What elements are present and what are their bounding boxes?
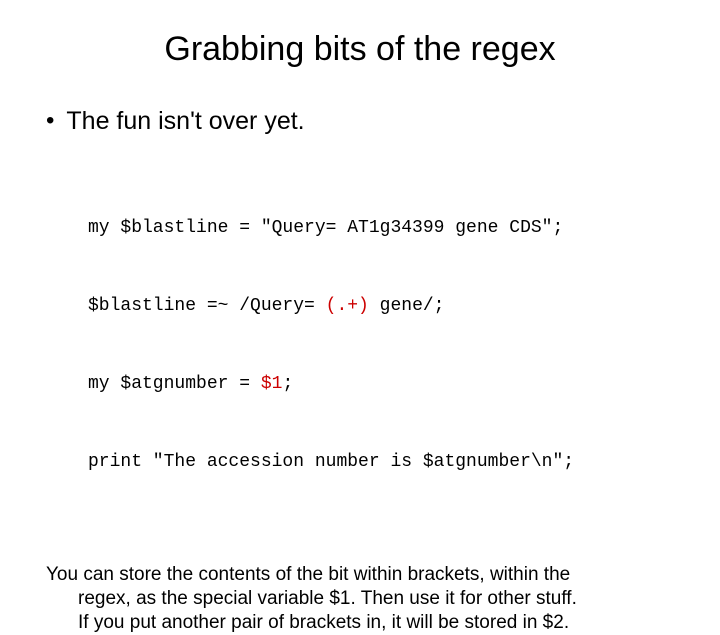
code-text: $blastline =~ /Query= — [88, 296, 326, 316]
bullet-dot-icon: • — [46, 107, 54, 135]
slide: Grabbing bits of the regex • The fun isn… — [0, 0, 720, 540]
code-block: my $blastline = "Query= AT1g34399 gene C… — [88, 163, 680, 527]
regex-capture-group: (.+) — [326, 296, 369, 316]
bullet-text: The fun isn't over yet. — [66, 107, 304, 135]
code-line-4: print "The accession number is $atgnumbe… — [88, 449, 680, 475]
code-line-3: my $atgnumber = $1; — [88, 371, 680, 397]
code-text: print "The accession number is $atgnumbe… — [88, 452, 574, 472]
explanation-line: You can store the contents of the bit wi… — [46, 564, 570, 585]
code-line-2: $blastline =~ /Query= (.+) gene/; — [88, 293, 680, 319]
explanation-line: If you put another pair of brackets in, … — [46, 611, 670, 635]
bullet-item: • The fun isn't over yet. — [46, 107, 680, 135]
code-text: my $atgnumber = — [88, 374, 261, 394]
capture-variable: $1 — [261, 374, 283, 394]
slide-title: Grabbing bits of the regex — [40, 30, 680, 69]
explanation-line: regex, as the special variable $1. Then … — [46, 587, 670, 611]
code-text: my $blastline = "Query= AT1g34399 gene C… — [88, 218, 563, 238]
code-line-1: my $blastline = "Query= AT1g34399 gene C… — [88, 215, 680, 241]
code-text: gene/; — [369, 296, 445, 316]
code-text: ; — [282, 374, 293, 394]
explanation-paragraph: You can store the contents of the bit wi… — [46, 563, 680, 635]
